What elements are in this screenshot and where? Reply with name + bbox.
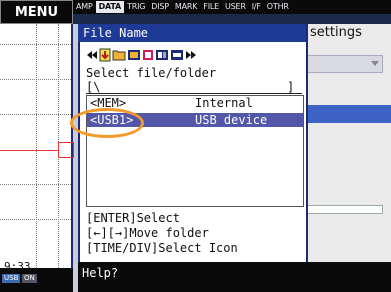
dialog-toolbar	[86, 47, 197, 63]
usb-badge: USB	[2, 274, 21, 283]
settings-title: settings	[310, 25, 362, 40]
item-description: USB device	[195, 113, 268, 127]
menu-button[interactable]: MENU	[0, 0, 73, 24]
tab-trig[interactable]: TRIG	[124, 1, 148, 13]
tab-mark[interactable]: MARK	[172, 1, 200, 13]
rewind-icon[interactable]	[86, 49, 98, 61]
tab-othr[interactable]: OTHR	[264, 1, 292, 13]
dialog-prompt: Select file/folder	[86, 66, 217, 80]
folder-new-icon[interactable]	[127, 49, 141, 61]
tab-strip	[73, 14, 391, 24]
help-label: Help?	[82, 266, 119, 280]
rename-icon[interactable]	[170, 49, 184, 61]
grid-line	[36, 24, 37, 268]
tab-data[interactable]: DATA	[95, 1, 125, 13]
settings-scrollbar[interactable]	[303, 205, 383, 214]
trace-marker[interactable]	[58, 142, 74, 158]
folder-icon[interactable]	[112, 49, 126, 61]
tab-disp[interactable]: DISP	[148, 1, 172, 13]
copy-icon[interactable]	[155, 49, 169, 61]
tab-amp[interactable]: AMP	[73, 1, 96, 13]
help-line-enter: [ENTER]Select	[86, 211, 180, 225]
tab-user[interactable]: USER	[222, 1, 249, 13]
on-badge: ON	[22, 274, 37, 283]
delete-icon[interactable]	[142, 49, 154, 61]
path-bracket: ]	[287, 80, 295, 94]
help-line-arrows: [←][→]Move folder	[86, 226, 209, 240]
path-underline	[86, 93, 302, 94]
download-icon[interactable]	[99, 48, 111, 62]
highlight-annotation	[70, 108, 144, 138]
chevron-down-icon	[371, 61, 379, 66]
tab-file[interactable]: FILE	[200, 1, 222, 13]
help-bar	[78, 262, 391, 292]
tab-if[interactable]: I/F	[249, 1, 264, 13]
tab-bar: AMP DATA TRIG DISP MARK FILE USER I/F OT…	[73, 0, 391, 14]
trace-line	[0, 150, 58, 151]
help-line-timediv: [TIME/DIV]Select Icon	[86, 241, 238, 255]
status-strip: USB ON	[0, 268, 73, 292]
dialog-title: File Name	[78, 24, 306, 42]
settings-selected-row[interactable]	[303, 105, 391, 123]
forward-icon[interactable]	[185, 49, 197, 61]
current-path: [\	[86, 80, 101, 94]
